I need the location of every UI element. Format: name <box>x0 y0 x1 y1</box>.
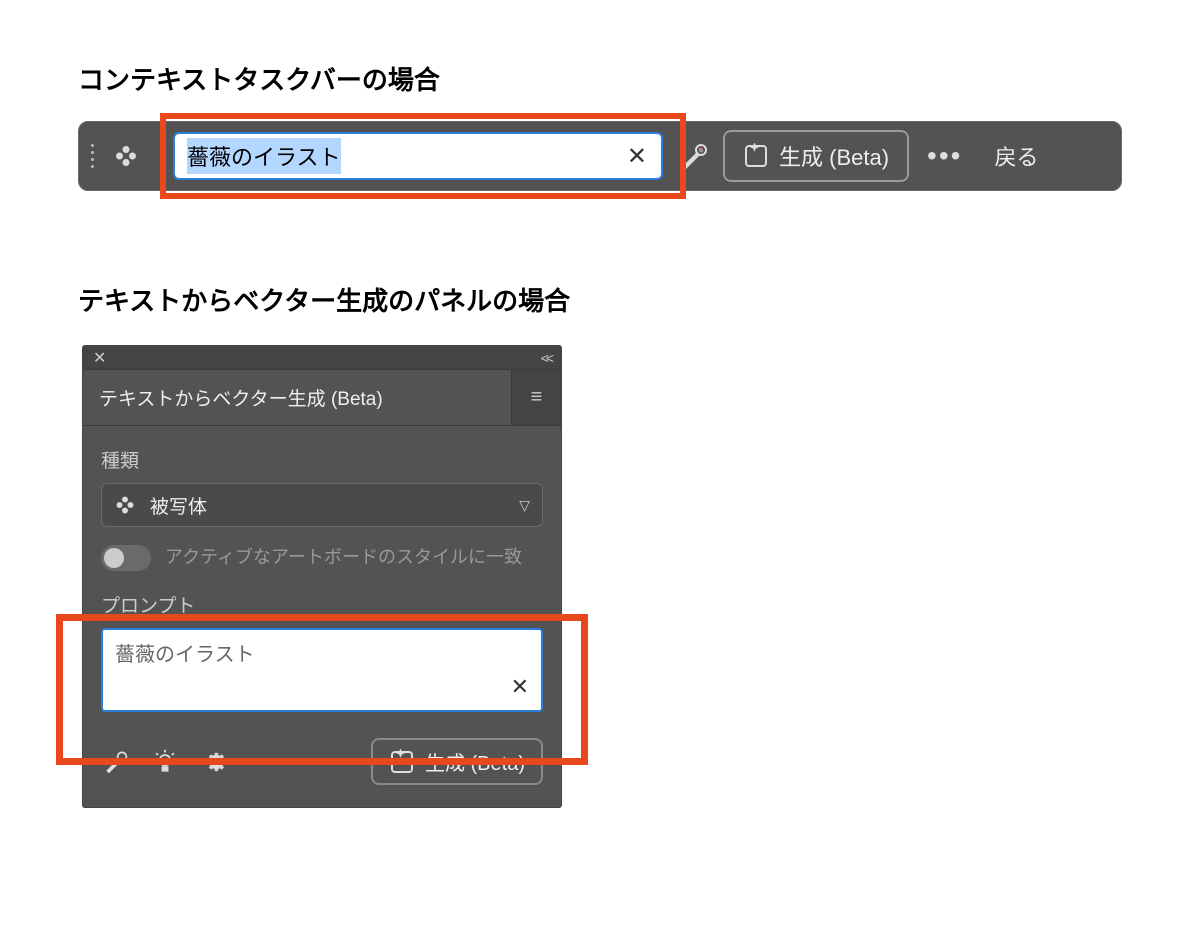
color-wand-icon[interactable] <box>677 140 709 172</box>
clear-icon[interactable]: ✕ <box>621 142 653 171</box>
generate-button-label: 生成 (Beta) <box>425 747 525 776</box>
chevron-down-icon: ▽ <box>519 497 530 514</box>
drag-handle[interactable] <box>79 122 97 190</box>
generate-button[interactable]: 生成 (Beta) <box>723 130 909 182</box>
text-to-vector-panel: ✕ << テキストからベクター生成 (Beta) ≡ 種類 被写体 ▽ アクティ… <box>83 346 561 807</box>
color-wand-icon[interactable] <box>101 748 129 776</box>
section-heading-taskbar: コンテキストタスクバーの場合 <box>78 60 1122 97</box>
sparkle-icon <box>743 143 769 169</box>
prompt-input-text: 薔薇のイラスト <box>187 138 341 174</box>
type-label: 種類 <box>101 446 543 473</box>
prompt-input[interactable]: 薔薇のイラスト ✕ <box>173 132 663 180</box>
more-options-icon[interactable]: ••• <box>919 140 970 172</box>
flower-icon[interactable] <box>113 143 139 169</box>
gear-icon[interactable] <box>201 748 229 776</box>
match-style-toggle[interactable] <box>101 545 151 571</box>
generate-button[interactable]: 生成 (Beta) <box>371 738 543 785</box>
context-taskbar: 薔薇のイラスト ✕ 生成 (Beta) ••• 戻る <box>78 121 1122 191</box>
close-icon[interactable]: ✕ <box>93 348 106 368</box>
back-button[interactable]: 戻る <box>980 140 1060 172</box>
match-style-label: アクティブなアートボードのスタイルに一致 <box>165 545 522 570</box>
prompt-textarea-text: 薔薇のイラスト <box>115 638 529 667</box>
type-dropdown-value: 被写体 <box>150 492 505 519</box>
prompt-label: プロンプト <box>101 591 543 618</box>
collapse-icon[interactable]: << <box>541 350 551 366</box>
panel-top-bar: ✕ << <box>83 346 561 370</box>
lightbulb-icon[interactable] <box>151 748 179 776</box>
hamburger-menu-icon[interactable]: ≡ <box>511 370 561 425</box>
sparkle-icon <box>389 749 415 775</box>
clear-icon[interactable]: ✕ <box>511 674 529 700</box>
type-dropdown[interactable]: 被写体 ▽ <box>101 483 543 527</box>
panel-title: テキストからベクター生成 (Beta) <box>83 370 511 425</box>
flower-icon <box>114 494 136 516</box>
prompt-textarea[interactable]: 薔薇のイラスト ✕ <box>101 628 543 712</box>
generate-button-label: 生成 (Beta) <box>779 140 889 172</box>
section-heading-panel: テキストからベクター生成のパネルの場合 <box>78 281 1122 318</box>
